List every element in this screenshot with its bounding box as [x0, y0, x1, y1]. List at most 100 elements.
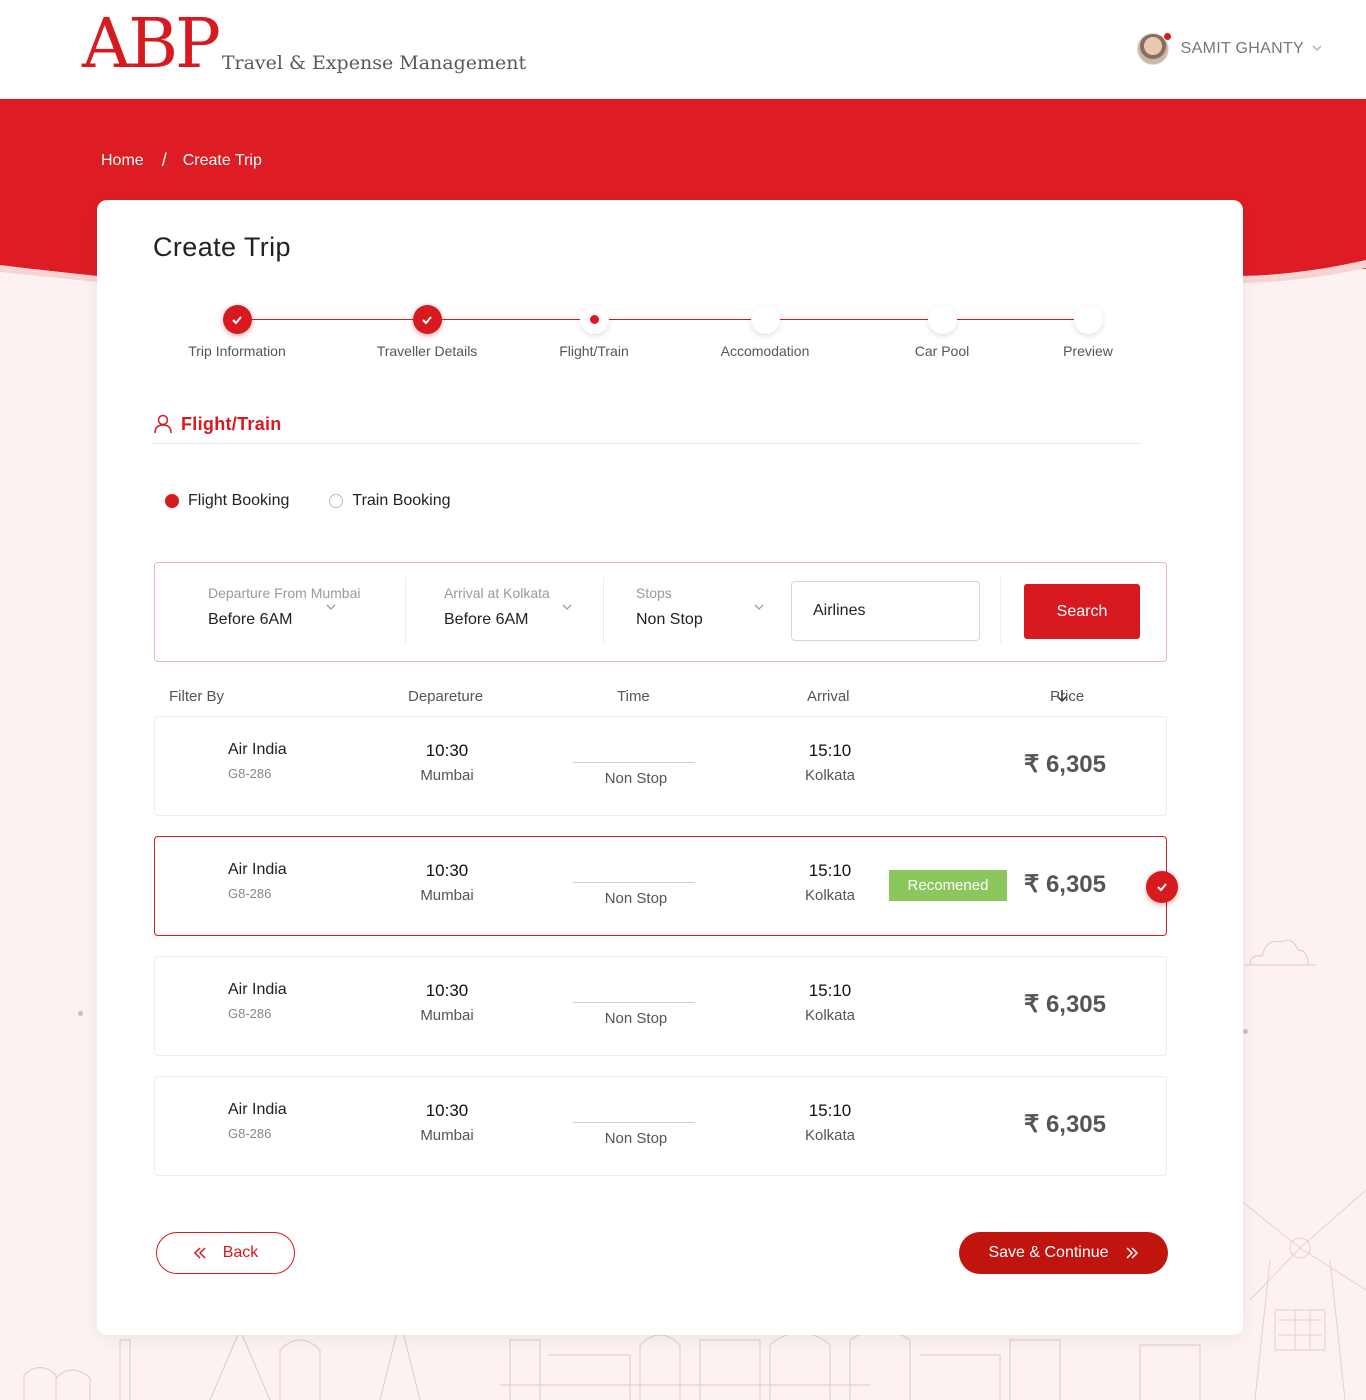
step-trip-information[interactable]: Trip Information [157, 305, 317, 359]
notification-dot [1162, 32, 1172, 41]
departure-filter-dropdown[interactable]: Departure From Mumbai Before 6AM [208, 577, 398, 643]
double-chevron-right-icon [1126, 1247, 1138, 1259]
decor-dot [78, 1011, 83, 1016]
logo[interactable]: ABP Travel & Expense Management [82, 5, 526, 84]
flight-row[interactable]: Air India G8-286 10:30 Mumbai Non Stop 1… [154, 956, 1167, 1056]
price: ₹ 6,305 [1024, 990, 1106, 1019]
user-menu[interactable]: SAMIT GHANTY [1136, 32, 1322, 65]
chevron-down-icon[interactable] [326, 603, 336, 614]
section-heading: Flight/Train [153, 405, 1140, 444]
departure-city: Mumbai [420, 1127, 474, 1144]
step-label: Accomodation [720, 343, 810, 359]
radio-selected-indicator[interactable] [165, 494, 179, 508]
breadcrumb-home[interactable]: Home [101, 152, 144, 170]
flight-code: G8-286 [228, 1006, 272, 1021]
flight-row[interactable]: Air India G8-286 10:30 Mumbai Non Stop 1… [154, 1076, 1167, 1176]
top-header: ABP Travel & Expense Management SAMIT GH… [0, 0, 1366, 99]
radio-unselected-indicator[interactable] [329, 494, 344, 508]
user-name[interactable]: SAMIT GHANTY [1181, 40, 1304, 58]
price: ₹ 6,305 [1024, 750, 1106, 779]
rupee-icon: ₹ [1023, 871, 1040, 898]
arrival-city: Kolkata [804, 887, 856, 904]
step-car-pool[interactable]: Car Pool [862, 305, 1022, 359]
arrival-cell: 15:10 Kolkata [770, 741, 890, 784]
flight-filter-bar: Departure From Mumbai Before 6AM Arrival… [154, 562, 1167, 662]
arrival-city: Kolkata [804, 1127, 856, 1144]
filter-value: Before 6AM [208, 611, 293, 628]
save-continue-button[interactable]: Save & Continue [959, 1232, 1168, 1274]
airlines-input[interactable] [791, 581, 980, 641]
radio-label[interactable]: Flight Booking [188, 492, 289, 510]
flight-code: G8-286 [228, 766, 272, 781]
chevron-down-icon[interactable] [562, 603, 572, 614]
header-price-label[interactable]: Price [1050, 688, 1084, 705]
airline-name: Air India [228, 861, 287, 878]
filter-divider [603, 577, 604, 643]
stops-text: Non Stop [604, 1010, 668, 1027]
breadcrumb: Home / Create Trip [101, 150, 262, 171]
flight-row[interactable]: Air India G8-286 10:30 Mumbai Non Stop 1… [154, 716, 1167, 816]
arrival-time: 15:10 [808, 861, 852, 880]
booking-type-radios: Flight Booking Train Booking [165, 492, 491, 510]
search-button[interactable]: Search [1024, 584, 1140, 639]
step-flight-train[interactable]: Flight/Train [514, 305, 674, 359]
departure-cell: 10:30 Mumbai [387, 861, 507, 904]
step-label: Flight/Train [559, 343, 629, 359]
decor-dot [1243, 1029, 1248, 1034]
airline-name: Air India [228, 741, 287, 758]
step-pending-marker [750, 305, 780, 334]
progress-stepper: Trip Information Traveller Details Fligh… [97, 305, 1243, 375]
arrival-cell: 15:10 Kolkata [770, 1101, 890, 1144]
chevron-down-icon[interactable] [1312, 44, 1322, 55]
departure-cell: 10:30 Mumbai [387, 1101, 507, 1144]
avatar[interactable] [1136, 32, 1172, 65]
filter-label: Arrival at Kolkata [444, 585, 550, 601]
header-arrival[interactable]: Arrival [807, 688, 850, 705]
stops-filter-dropdown[interactable]: Stops Non Stop [636, 577, 771, 643]
price: ₹ 6,305 [1024, 1110, 1106, 1139]
step-done-marker [412, 305, 442, 334]
price-value: 6,305 [1045, 751, 1106, 778]
chevron-down-icon[interactable] [754, 603, 764, 614]
logo-mark: ABP [82, 5, 221, 84]
header-time[interactable]: Time [617, 688, 650, 705]
arrival-time: 15:10 [808, 981, 852, 1000]
filter-divider [405, 577, 406, 643]
arrival-time: 15:10 [808, 1101, 852, 1120]
departure-time: 10:30 [425, 861, 469, 880]
stops-text: Non Stop [604, 1130, 668, 1147]
flight-code: G8-286 [228, 1126, 272, 1141]
stops-text: Non Stop [604, 770, 668, 787]
selected-check-icon [1146, 871, 1178, 903]
user-outline-icon [154, 414, 172, 434]
flight-row-selected[interactable]: Air India G8-286 10:30 Mumbai Non Stop 1… [154, 836, 1178, 936]
back-button-label[interactable]: Back [223, 1244, 259, 1262]
back-button[interactable]: Back [156, 1232, 295, 1274]
create-trip-card: Create Trip Trip Information Traveller D… [97, 200, 1243, 1335]
radio-flight-booking[interactable]: Flight Booking [165, 492, 289, 510]
breadcrumb-current: Create Trip [182, 151, 262, 169]
results-table-header: Filter By Depareture Time Arrival Price [154, 688, 1167, 708]
rupee-icon: ₹ [1023, 991, 1040, 1018]
arrival-city: Kolkata [804, 1007, 856, 1024]
airline-name: Air India [228, 981, 287, 998]
step-traveller-details[interactable]: Traveller Details [347, 305, 507, 359]
step-accomodation[interactable]: Accomodation [685, 305, 845, 359]
save-continue-label[interactable]: Save & Continue [988, 1244, 1108, 1262]
departure-time: 10:30 [425, 1101, 469, 1120]
header-departure[interactable]: Depareture [408, 688, 483, 705]
filter-divider [1000, 577, 1001, 643]
departure-cell: 10:30 Mumbai [387, 981, 507, 1024]
filter-value: Non Stop [636, 611, 703, 628]
step-done-marker [222, 305, 252, 334]
radio-train-booking[interactable]: Train Booking [329, 492, 451, 510]
radio-label[interactable]: Train Booking [352, 492, 450, 510]
step-preview[interactable]: Preview [1008, 305, 1168, 359]
arrival-cell: 15:10 Kolkata [770, 861, 890, 904]
arrival-filter-dropdown[interactable]: Arrival at Kolkata Before 6AM [444, 577, 584, 643]
departure-city: Mumbai [420, 887, 474, 904]
departure-city: Mumbai [420, 1007, 474, 1024]
header-price[interactable]: Price [1050, 688, 1084, 705]
departure-city: Mumbai [420, 767, 474, 784]
step-label: Traveller Details [376, 343, 478, 359]
